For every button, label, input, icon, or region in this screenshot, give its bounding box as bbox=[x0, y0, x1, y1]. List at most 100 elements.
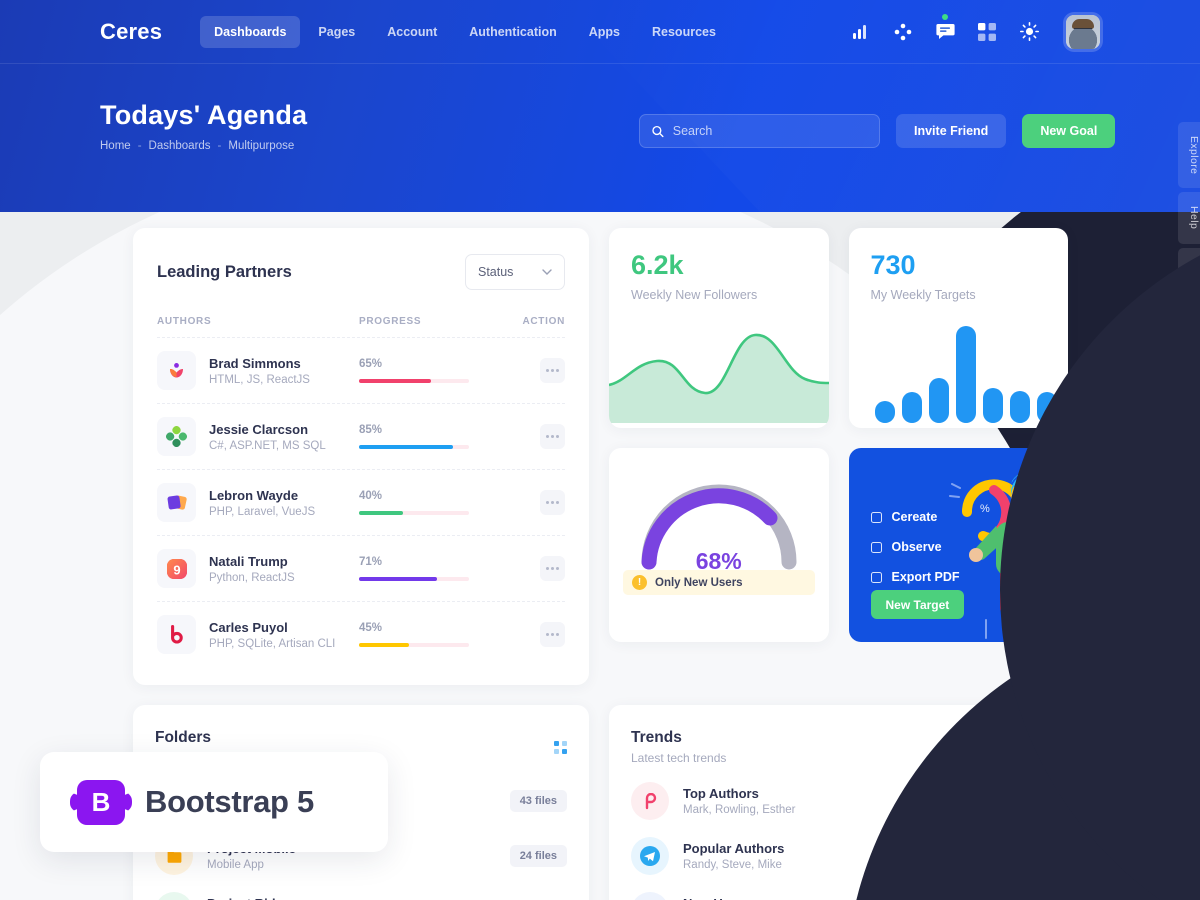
table-row[interactable]: Lebron Wayde PHP, Laravel, VueJS 40% bbox=[157, 469, 565, 535]
partner-name: Natali Trump bbox=[209, 553, 288, 569]
partner-identity: 9 Natali Trump Python, ReactJS bbox=[157, 549, 359, 588]
nav-link-account[interactable]: Account bbox=[373, 16, 451, 48]
target-item-label: Cereate bbox=[891, 510, 938, 524]
target-item-observe[interactable]: Observe bbox=[870, 540, 960, 554]
area-chart bbox=[609, 313, 829, 428]
nav-link-resources[interactable]: Resources bbox=[638, 16, 730, 48]
partners-table-header: AUTHORS PROGRESS ACTION bbox=[157, 316, 565, 337]
content-row-1: Leading Partners Status AUTHORS PROGRESS… bbox=[133, 228, 1068, 685]
bar-chart-icon[interactable] bbox=[850, 21, 872, 43]
stat-label: Weekly New Followers bbox=[631, 288, 758, 302]
partner-action bbox=[509, 622, 565, 647]
table-row[interactable]: Brad Simmons HTML, JS, ReactJS 65% bbox=[157, 337, 565, 403]
progress-track bbox=[359, 445, 469, 449]
partner-action bbox=[509, 490, 565, 515]
content-column-left: Leading Partners Status AUTHORS PROGRESS… bbox=[133, 228, 589, 685]
breadcrumb-item-multipurpose[interactable]: Multipurpose bbox=[228, 140, 294, 152]
target-item-cereate[interactable]: Cereate bbox=[870, 510, 960, 524]
checkbox-icon[interactable] bbox=[870, 541, 882, 553]
table-row[interactable]: 9 Natali Trump Python, ReactJS 71% bbox=[157, 535, 565, 601]
progress-fill bbox=[359, 577, 438, 581]
progress-fill bbox=[359, 379, 431, 383]
clover-logo-icon bbox=[157, 417, 196, 456]
folders-menu-icon[interactable] bbox=[554, 740, 567, 754]
breadcrumb-separator: - bbox=[137, 140, 142, 152]
folder-sub: Mobile App bbox=[207, 859, 264, 871]
breadcrumb-item-dashboards[interactable]: Dashboards bbox=[149, 140, 211, 152]
gauge-alert-text: Only New Users bbox=[655, 576, 743, 589]
row-menu-button[interactable] bbox=[540, 490, 565, 515]
cards-logo-icon bbox=[157, 483, 196, 522]
table-row[interactable]: Jessie Clarcson C#, ASP.NET, MS SQL 85% bbox=[157, 403, 565, 469]
svg-text:9: 9 bbox=[173, 562, 180, 577]
nav-link-dashboards[interactable]: Dashboards bbox=[200, 15, 301, 48]
chat-icon[interactable] bbox=[934, 13, 956, 43]
invite-friend-button[interactable]: Invite Friend bbox=[896, 114, 1007, 148]
trends-subtitle: Latest tech trends bbox=[631, 751, 727, 765]
partner-stack: C#, ASP.NET, MS SQL bbox=[209, 439, 326, 452]
brand-logo[interactable]: Ceres bbox=[100, 19, 162, 45]
folders-title: Folders bbox=[155, 729, 211, 746]
notification-dot bbox=[942, 13, 948, 20]
progress-track bbox=[359, 379, 469, 383]
nine-logo-icon: 9 bbox=[157, 549, 196, 588]
breadcrumb-separator: - bbox=[217, 140, 222, 152]
bootstrap-badge: B Bootstrap 5 bbox=[40, 752, 388, 852]
mid-cards-row: 68% Weekly Followers ! Only New Users bbox=[609, 448, 1068, 642]
table-row[interactable]: Carles Puyol PHP, SQLite, Artisan CLI 45… bbox=[157, 601, 565, 667]
sun-icon[interactable] bbox=[1018, 21, 1040, 43]
checkbox-icon[interactable] bbox=[870, 571, 882, 583]
row-menu-button[interactable] bbox=[540, 424, 565, 449]
partner-stack: HTML, JS, ReactJS bbox=[209, 373, 310, 386]
row-menu-button[interactable] bbox=[540, 622, 565, 647]
partner-identity: Jessie Clarcson C#, ASP.NET, MS SQL bbox=[157, 417, 359, 456]
row-menu-button[interactable] bbox=[540, 556, 565, 581]
grid-icon[interactable] bbox=[976, 21, 998, 43]
nav-link-pages[interactable]: Pages bbox=[304, 16, 369, 48]
partner-percent: 65% bbox=[359, 358, 383, 370]
trend-text: Popular Authors Randy, Steve, Mike bbox=[683, 841, 784, 871]
partner-progress: 71% bbox=[359, 556, 509, 581]
partner-identity: Carles Puyol PHP, SQLite, Artisan CLI bbox=[157, 615, 359, 654]
leading-partners-card: Leading Partners Status AUTHORS PROGRESS… bbox=[133, 228, 589, 685]
new-target-button[interactable]: New Target bbox=[870, 590, 965, 619]
hero-section: Todays' Agenda Home - Dashboards - Multi… bbox=[100, 100, 307, 152]
side-tab-help[interactable]: Help bbox=[1178, 192, 1200, 244]
search-box[interactable] bbox=[639, 114, 880, 148]
breadcrumb-item-home[interactable]: Home bbox=[100, 140, 131, 152]
partner-progress: 85% bbox=[359, 424, 509, 449]
target-item-label: Observe bbox=[891, 540, 942, 554]
side-tab-explore[interactable]: Explore bbox=[1178, 122, 1200, 189]
progress-fill bbox=[359, 445, 453, 449]
checkbox-icon[interactable] bbox=[870, 511, 882, 523]
hero-actions: Invite Friend New Goal bbox=[639, 114, 1116, 148]
new-goal-button[interactable]: New Goal bbox=[1022, 114, 1116, 148]
target-item-export-pdf[interactable]: Export PDF bbox=[870, 570, 960, 584]
avatar[interactable] bbox=[1066, 14, 1100, 49]
list-item[interactable]: Project Rider New frontend admin theme 7… bbox=[155, 892, 567, 900]
weekly-targets-card: 730 My Weekly Targets bbox=[848, 228, 1068, 428]
partner-stack: PHP, SQLite, Artisan CLI bbox=[209, 637, 336, 650]
vimeo-icon bbox=[631, 892, 669, 900]
partner-text: Brad Simmons HTML, JS, ReactJS bbox=[209, 356, 310, 386]
row-menu-button[interactable] bbox=[540, 358, 565, 383]
nav-link-apps[interactable]: Apps bbox=[575, 16, 634, 48]
stat-label: My Weekly Targets bbox=[870, 288, 976, 302]
partner-progress: 65% bbox=[359, 358, 509, 383]
progress-track bbox=[359, 643, 469, 647]
target-checklist: Cereate Observe Export PDF bbox=[870, 510, 960, 584]
partner-identity: Lebron Wayde PHP, Laravel, VueJS bbox=[157, 483, 359, 522]
weekly-followers-gauge-card: 68% Weekly Followers ! Only New Users bbox=[609, 448, 829, 642]
folder-text: Project Rider New frontend admin theme bbox=[207, 896, 345, 900]
layers-icon[interactable] bbox=[892, 21, 914, 43]
status-select[interactable]: Status bbox=[465, 254, 565, 290]
stat-value: 6.2k bbox=[631, 250, 684, 280]
trend-sub: Mark, Rowling, Esther bbox=[683, 804, 796, 816]
search-input[interactable] bbox=[672, 124, 867, 138]
partner-stack: Python, ReactJS bbox=[209, 571, 295, 584]
partner-name: Lebron Wayde bbox=[209, 487, 299, 503]
nav-link-authentication[interactable]: Authentication bbox=[455, 16, 571, 48]
column-header-progress: PROGRESS bbox=[359, 316, 422, 327]
progress-fill bbox=[359, 643, 409, 647]
leading-partners-title: Leading Partners bbox=[157, 262, 292, 281]
